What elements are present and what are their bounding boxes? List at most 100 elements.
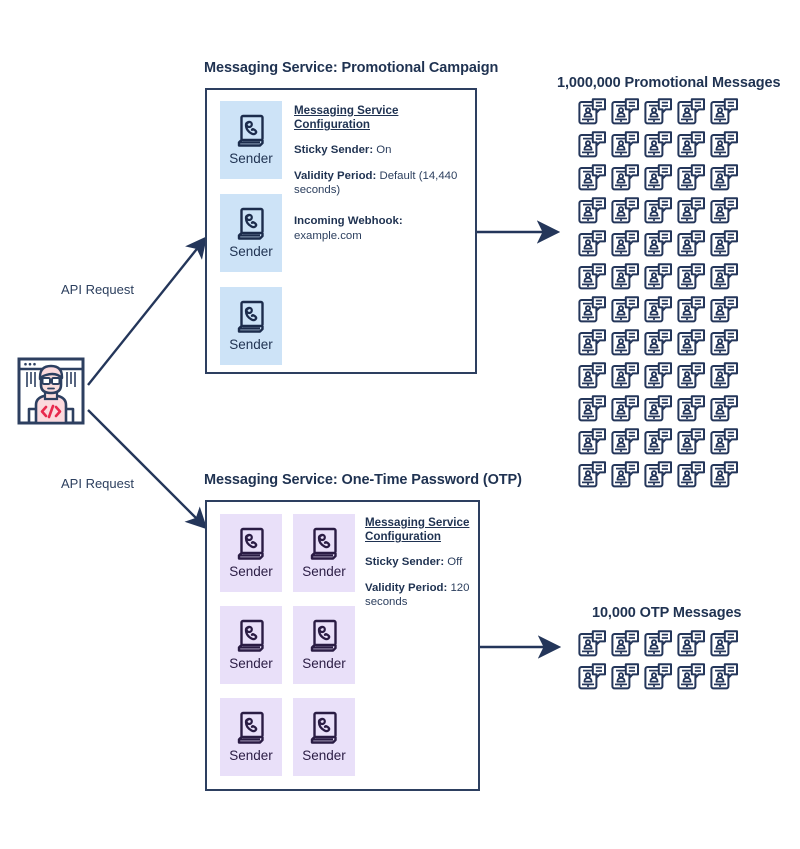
sender-tile[interactable]: Sender [220,606,282,684]
phonebook-icon [309,619,339,653]
phonebook-icon [236,527,266,561]
arrow-actor-to-promotional [87,236,207,386]
diagram-canvas: API Request API Request Messaging Servic… [0,0,800,849]
message-icon [578,395,611,428]
message-icon [677,197,710,230]
config-key: Validity Period: [294,169,377,182]
sender-tile[interactable]: Sender [293,514,355,592]
sender-tile[interactable]: Sender [293,606,355,684]
config-heading: Messaging Service Configuration [294,104,399,132]
message-icon [578,663,611,696]
sender-label: Sender [302,748,346,764]
otp-config: Messaging Service Configuration Sticky S… [365,516,473,621]
message-icon [578,296,611,329]
sender-tile[interactable]: Sender [220,514,282,592]
api-request-label-promotional: API Request [61,282,134,297]
message-icon [710,395,743,428]
config-row-sticky-sender: Sticky Sender: On [294,143,466,158]
message-icon [611,296,644,329]
message-icon [644,230,677,263]
message-icon [710,197,743,230]
phonebook-icon [236,114,266,148]
message-icon [677,164,710,197]
message-icon [710,329,743,362]
config-key: Validity Period: [365,581,448,594]
message-icon [611,197,644,230]
api-request-label-otp: API Request [61,476,134,491]
message-icon [710,98,743,131]
message-icon [677,362,710,395]
message-icon [677,461,710,494]
message-icon [611,230,644,263]
config-value: example.com [294,229,362,242]
message-icon [644,428,677,461]
message-icon [677,395,710,428]
message-icon [578,131,611,164]
message-icon [710,263,743,296]
message-icon [644,329,677,362]
message-icon [710,630,743,663]
promotional-config: Messaging Service Configuration Sticky S… [294,104,466,254]
otp-service-box: Sender Sender Sender Sender Sender Sende… [205,500,480,791]
phonebook-icon [309,711,339,745]
phonebook-icon [236,711,266,745]
message-icon [578,630,611,663]
config-row-sticky-sender: Sticky Sender: Off [365,555,473,570]
sender-tile[interactable]: Sender [293,698,355,776]
message-icon [677,296,710,329]
message-icon [611,98,644,131]
message-icon [578,164,611,197]
phonebook-icon [236,207,266,241]
config-key: Incoming Webhook: [294,215,403,228]
message-icon [611,164,644,197]
message-icon [677,98,710,131]
config-value: Off [444,556,463,569]
message-icon [611,131,644,164]
message-icon [578,197,611,230]
message-icon [677,428,710,461]
message-icon [578,461,611,494]
sender-tile[interactable]: Sender [220,194,282,272]
message-icon [611,461,644,494]
sender-tile[interactable]: Sender [220,698,282,776]
arrow-actor-to-otp [87,409,208,530]
message-icon [611,329,644,362]
message-icon [644,362,677,395]
config-key: Sticky Sender: [365,556,445,569]
sender-label: Sender [229,337,273,353]
message-icon [677,630,710,663]
sender-label: Sender [229,564,273,580]
message-icon [611,630,644,663]
message-icon [644,263,677,296]
promotional-output-title: 1,000,000 Promotional Messages [557,75,781,91]
config-row-validity-period: Validity Period: Default (14,440 seconds… [294,169,466,198]
otp-output-title: 10,000 OTP Messages [592,605,742,621]
config-value: On [373,144,392,157]
sender-label: Sender [229,748,273,764]
promotional-service-title: Messaging Service: Promotional Campaign [204,60,499,76]
message-icon [578,428,611,461]
message-icon [710,461,743,494]
phonebook-icon [236,619,266,653]
sender-tile[interactable]: Sender [220,101,282,179]
message-icon [611,395,644,428]
sender-tile[interactable]: Sender [220,287,282,365]
sender-label: Sender [229,244,273,260]
developer-icon [16,356,86,426]
message-icon [710,428,743,461]
message-icon [710,663,743,696]
message-icon [710,362,743,395]
message-icon [578,362,611,395]
message-icon [644,395,677,428]
arrow-promotional-to-messages [477,220,561,244]
message-icon [677,131,710,164]
phonebook-icon [309,527,339,561]
config-row-incoming-webhook: Incoming Webhook: example.com [294,214,466,243]
arrow-otp-to-messages [480,635,562,659]
message-icon [644,197,677,230]
message-icon [710,164,743,197]
otp-service-title: Messaging Service: One-Time Password (OT… [204,472,522,488]
message-icon [677,663,710,696]
message-icon [710,230,743,263]
message-icon [644,98,677,131]
